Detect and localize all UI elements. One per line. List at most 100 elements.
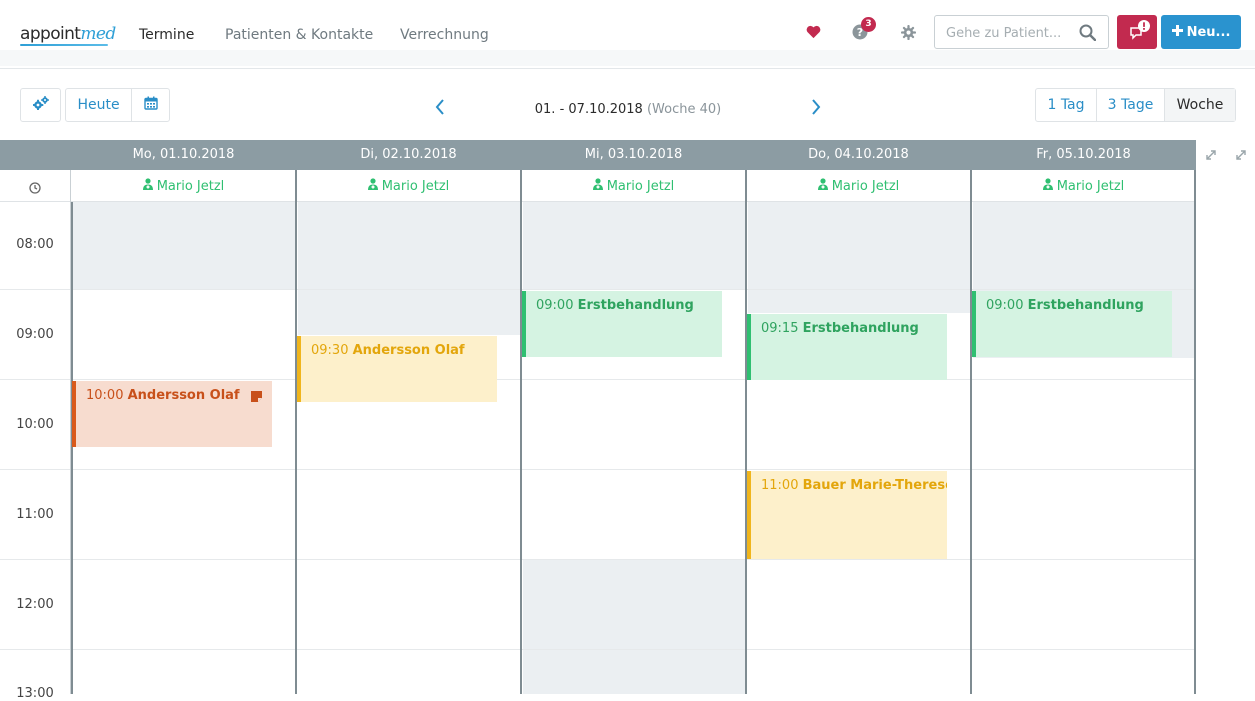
appointment-time: 09:00 [536, 298, 574, 313]
resource-label-tue[interactable]: Mario Jetzl [296, 178, 521, 194]
view-switcher: 1 Tag 3 Tage Woche [1035, 88, 1236, 122]
resource-label-thu[interactable]: Mario Jetzl [746, 178, 971, 194]
hour-line [0, 559, 1255, 560]
today-group: Heute [65, 88, 170, 122]
note-icon[interactable] [251, 391, 262, 406]
settings-group [20, 88, 61, 122]
time-label: 12:00 [16, 597, 54, 612]
appointment-title: Andersson Olaf [352, 343, 465, 358]
time-label: 08:00 [16, 237, 54, 252]
blocked-slot [523, 560, 745, 694]
patient-search[interactable] [934, 15, 1109, 49]
resource-label-mon[interactable]: Mario Jetzl [71, 178, 296, 194]
day-column-divider [1194, 170, 1196, 694]
date-range-dates: 01. - 07.10.2018 [534, 102, 643, 117]
resource-name: Mario Jetzl [156, 178, 225, 194]
date-range-week: (Woche 40) [646, 102, 722, 117]
appointment[interactable]: 09:30 Andersson Olaf [297, 336, 497, 402]
appointment-time: 09:15 [761, 321, 799, 336]
day-header-thu[interactable]: Do, 04.10.2018 [746, 147, 971, 162]
logo-text: appoint [20, 24, 81, 44]
resource-label-wed[interactable]: Mario Jetzl [521, 178, 746, 194]
time-label: 10:00 [16, 417, 54, 432]
logo-accent-text: med [80, 24, 116, 44]
expand-icon[interactable] [1204, 147, 1218, 161]
doctor-icon [367, 178, 378, 194]
chevron-right-icon [810, 99, 822, 120]
date-range: 01. - 07.10.2018 (Woche 40) [440, 102, 816, 117]
logo-underline [20, 44, 108, 46]
nav-link-termine[interactable]: Termine [139, 27, 194, 43]
hour-line [0, 379, 1255, 380]
view-3-days-button[interactable]: 3 Tage [1097, 89, 1165, 121]
gear-icon[interactable] [899, 23, 917, 41]
day-header-mon[interactable]: Mo, 01.10.2018 [71, 147, 296, 162]
patient-search-input[interactable] [946, 23, 1078, 43]
view-week-button[interactable]: Woche [1165, 89, 1235, 121]
time-label: 09:00 [16, 327, 54, 342]
navbar-divider [0, 68, 1255, 69]
blocked-slot [73, 202, 295, 290]
fullscreen-icon[interactable] [1234, 147, 1248, 161]
day-header-tue[interactable]: Di, 02.10.2018 [296, 147, 521, 162]
day-column-divider [970, 170, 972, 694]
doctor-icon [142, 178, 153, 194]
appointment-title: Bauer Marie-Therese [802, 478, 947, 493]
app-logo[interactable]: appointmed [20, 24, 116, 44]
appointment[interactable]: 11:00 Bauer Marie-Therese [747, 471, 947, 559]
today-button[interactable]: Heute [66, 89, 132, 121]
new-button[interactable]: Neu... [1161, 15, 1241, 49]
appointment-title: Andersson Olaf [127, 388, 240, 403]
appointment-time: 09:30 [311, 343, 349, 358]
appointment-time: 09:00 [986, 298, 1024, 313]
help-badge: 3 [861, 17, 876, 32]
appointment[interactable]: 10:00 Andersson Olaf [72, 381, 272, 447]
appointment-title: Erstbehandlung [1027, 298, 1144, 313]
resource-name: Mario Jetzl [606, 178, 675, 194]
resource-name: Mario Jetzl [1056, 178, 1125, 194]
resource-name: Mario Jetzl [381, 178, 450, 194]
calendar-icon [143, 96, 158, 114]
time-label: 11:00 [16, 507, 54, 522]
next-week-button[interactable] [810, 98, 822, 116]
resource-name: Mario Jetzl [831, 178, 900, 194]
appointment-title: Erstbehandlung [577, 298, 694, 313]
calendar-right-gutter [1196, 170, 1255, 694]
day-column-divider [745, 170, 747, 694]
hour-line [0, 469, 1255, 470]
day-header-fri[interactable]: Fr, 05.10.2018 [971, 147, 1196, 162]
appointment-time: 10:00 [86, 388, 124, 403]
day-header-wed[interactable]: Mi, 03.10.2018 [521, 147, 746, 162]
hour-line [0, 649, 1255, 650]
plus-icon [1171, 24, 1183, 40]
clock-icon [29, 179, 41, 194]
appointment[interactable]: 09:15 Erstbehandlung [747, 314, 947, 380]
doctor-icon [817, 178, 828, 194]
messages-button[interactable] [1117, 15, 1157, 49]
blocked-slot [523, 202, 745, 290]
navbar-strip [0, 50, 1255, 66]
heart-icon[interactable] [804, 23, 822, 41]
blocked-slot [748, 202, 970, 313]
day-column-divider [295, 170, 297, 694]
appointment-time: 11:00 [761, 478, 799, 493]
appointment[interactable]: 09:00 Erstbehandlung [522, 291, 722, 357]
doctor-icon [1042, 178, 1053, 194]
resource-label-fri[interactable]: Mario Jetzl [971, 178, 1196, 194]
calendar-settings-button[interactable] [21, 89, 60, 121]
appointment-title: Erstbehandlung [802, 321, 919, 336]
appointment[interactable]: 09:00 Erstbehandlung [972, 291, 1172, 357]
blocked-slot [298, 202, 520, 335]
day-column-divider [520, 170, 522, 694]
new-button-label: Neu... [1186, 24, 1231, 40]
day-column-divider [71, 202, 73, 694]
hour-line [0, 289, 1255, 290]
cogs-icon [32, 96, 49, 114]
nav-link-verrechnung[interactable]: Verrechnung [400, 27, 489, 43]
search-icon[interactable] [1079, 24, 1097, 45]
view-1-day-button[interactable]: 1 Tag [1036, 89, 1097, 121]
alert-bubble-icon [1128, 19, 1152, 47]
datepicker-button[interactable] [132, 89, 169, 121]
nav-link-patienten[interactable]: Patienten & Kontakte [225, 27, 373, 43]
doctor-icon [592, 178, 603, 194]
